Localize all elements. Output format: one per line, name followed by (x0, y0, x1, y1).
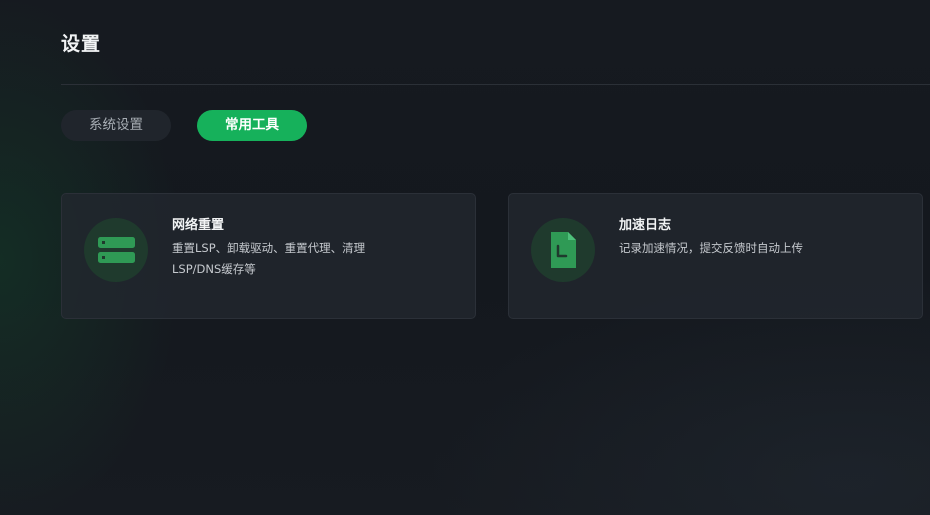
log-file-icon (551, 232, 576, 268)
network-reset-icon-circle (84, 218, 148, 282)
card-title: 网络重置 (172, 218, 225, 233)
acceleration-log-icon-circle (531, 218, 595, 282)
tab-system-settings[interactable]: 系统设置 (61, 110, 171, 141)
header-divider (61, 84, 930, 85)
page-title: 设置 (61, 33, 102, 55)
card-title: 加速日志 (619, 218, 672, 233)
server-icon (98, 237, 135, 263)
card-description: 重置LSP、卸载驱动、重置代理、清理LSP/DNS缓存等 (172, 241, 366, 276)
network-reset-card[interactable]: 网络重置 重置LSP、卸载驱动、重置代理、清理LSP/DNS缓存等 (61, 193, 476, 319)
tab-common-tools[interactable]: 常用工具 (197, 110, 307, 141)
acceleration-log-card[interactable]: 加速日志 记录加速情况，提交反馈时自动上传 (508, 193, 923, 319)
card-description: 记录加速情况，提交反馈时自动上传 (619, 241, 803, 255)
